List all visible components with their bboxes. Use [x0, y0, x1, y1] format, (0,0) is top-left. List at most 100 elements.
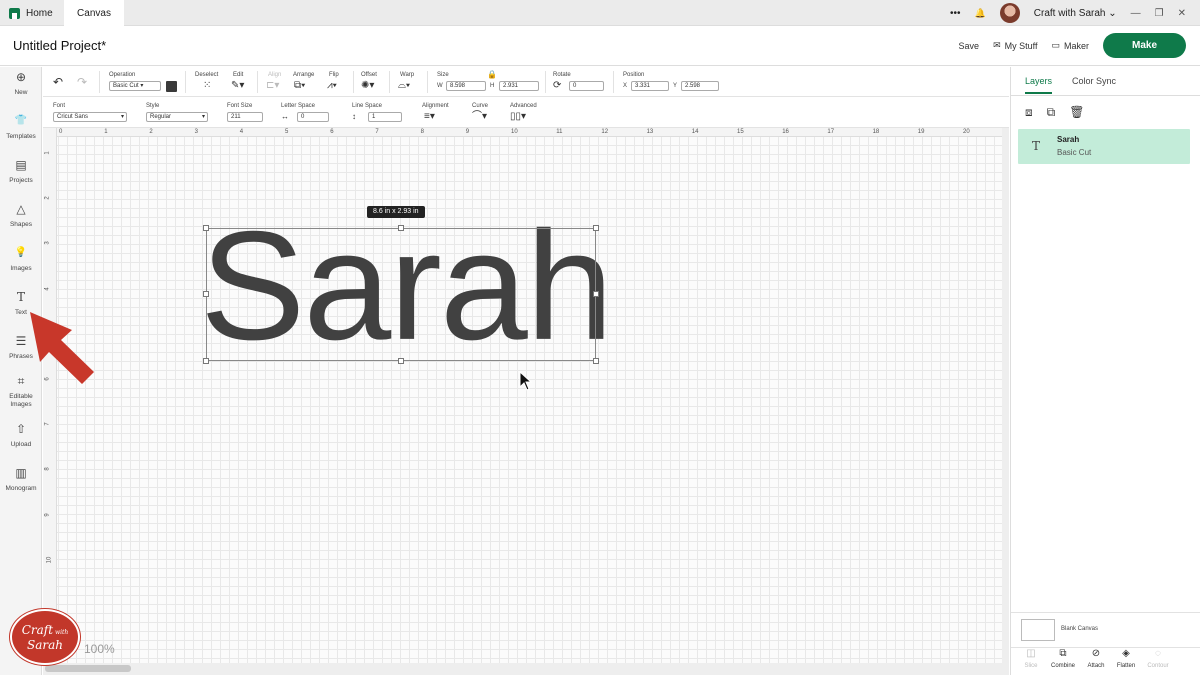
shapes-icon: △	[16, 202, 26, 216]
resize-handle[interactable]	[203, 358, 209, 364]
style-select[interactable]: Regular ▾	[146, 112, 208, 122]
resize-handle[interactable]	[593, 291, 599, 297]
undo-icon[interactable]: ↶	[53, 76, 63, 88]
tab-home[interactable]: Home	[0, 0, 64, 26]
project-title[interactable]: Untitled Project*	[13, 38, 106, 53]
restore-button[interactable]: ❐	[1155, 8, 1164, 19]
alignment-icon[interactable]: ≡▾	[424, 112, 435, 122]
blank-canvas-row[interactable]: Blank Canvas	[1011, 612, 1200, 652]
contour-label: Contour	[1147, 663, 1169, 669]
horizontal-scrollbar[interactable]	[43, 663, 1009, 675]
delete-icon[interactable]: 🗑	[1069, 105, 1084, 120]
maker-label: Maker	[1063, 40, 1089, 51]
height-input[interactable]: 2.931	[499, 81, 539, 91]
tool-upload[interactable]: ⇧ Upload	[0, 423, 42, 449]
width-input[interactable]: 8.598	[446, 81, 486, 91]
vertical-scrollbar[interactable]	[1002, 128, 1009, 663]
tab-canvas[interactable]: Canvas	[64, 0, 124, 26]
tool-shapes[interactable]: △ Shapes	[0, 202, 42, 229]
alignment-label: Alignment	[422, 103, 449, 109]
avatar[interactable]	[999, 3, 1020, 23]
ruler-tick-label: 7	[375, 129, 379, 135]
my-stuff-button[interactable]: ✉ My Stuff	[993, 40, 1037, 51]
ruler-tick-label: 1	[44, 151, 51, 155]
letter-space-input[interactable]: 0	[297, 112, 329, 122]
align-label: Align	[268, 72, 282, 78]
rotate-input[interactable]: 0	[569, 81, 604, 91]
edit-pencil-icon[interactable]: ✎▾	[231, 81, 244, 91]
plus-circle-icon: ⊕	[15, 70, 27, 84]
tab-home-label: Home	[26, 7, 53, 19]
ruler-tick-label: 15	[737, 129, 744, 135]
save-button[interactable]: Save	[959, 41, 980, 51]
resize-handle[interactable]	[398, 358, 404, 364]
tab-color-sync[interactable]: Color Sync	[1072, 76, 1116, 86]
font-size-input[interactable]: 211	[227, 112, 263, 122]
slice-button[interactable]: ◫ Slice	[1016, 649, 1046, 670]
offset-label: Offset	[361, 72, 377, 78]
resize-handle[interactable]	[203, 225, 209, 231]
tab-bar: Home Canvas ••• 🔔 Craft with Sarah ⌄ — ❐…	[0, 0, 1200, 26]
tool-monogram[interactable]: ▥ Monogram	[0, 467, 42, 493]
y-position-input[interactable]: 2.598	[681, 81, 719, 91]
attach-button[interactable]: ⊘ Attach	[1081, 649, 1111, 670]
zoom-level[interactable]: 100%	[84, 642, 115, 656]
user-account-button[interactable]: Craft with Sarah ⌄	[1034, 8, 1117, 19]
operation-select[interactable]: Basic Cut ▾	[109, 81, 161, 91]
warp-icon[interactable]: ⌓▾	[398, 81, 410, 91]
rotate-label: Rotate	[553, 72, 571, 78]
tool-images[interactable]: 💡 Images	[0, 247, 42, 273]
text-icon: T	[1032, 139, 1041, 153]
color-swatch[interactable]	[166, 81, 177, 92]
x-value: 3.331	[635, 83, 651, 89]
minimize-button[interactable]: —	[1131, 8, 1141, 19]
ruler-tick-label: 13	[646, 129, 654, 135]
combine-button[interactable]: ⧉ Combine	[1048, 649, 1078, 670]
tool-templates[interactable]: 👕 Templates	[0, 116, 42, 141]
tool-projects[interactable]: ▤ Projects	[0, 159, 42, 185]
resize-handle[interactable]	[398, 225, 404, 231]
font-size-value: 211	[231, 114, 241, 120]
close-button[interactable]: ✕	[1178, 8, 1186, 19]
contour-button[interactable]: ◌ Contour	[1143, 649, 1173, 670]
selection-box[interactable]	[203, 225, 599, 364]
more-options-icon[interactable]: •••	[950, 8, 961, 19]
resize-handle[interactable]	[203, 291, 209, 297]
y-value: 2.598	[685, 83, 701, 89]
pointer-arrow-icon	[30, 312, 94, 384]
align-icon[interactable]: ⊏▾	[266, 81, 279, 91]
divider	[257, 71, 258, 93]
line-space-label: Line Space	[352, 103, 383, 109]
notification-bell-icon[interactable]: 🔔	[975, 8, 986, 19]
group-icon[interactable]: ⧈	[1025, 105, 1033, 120]
font-select[interactable]: Cricut Sans ▾	[53, 112, 127, 122]
advanced-icon[interactable]: ▯▯▾	[510, 112, 526, 122]
flatten-button[interactable]: ◈ Flatten	[1111, 649, 1141, 670]
ruler-tick-label: 4	[44, 286, 51, 291]
layers-panel: Layers Color Sync ⧈ ⧉ 🗑 T Sarah Basic Cu…	[1010, 67, 1200, 675]
canvas-swatch[interactable]	[1021, 619, 1055, 641]
scrollbar-thumb[interactable]	[45, 665, 131, 672]
line-space-input[interactable]: 1	[368, 112, 402, 122]
redo-icon[interactable]: ↷	[77, 76, 87, 88]
lightbulb-icon: 💡	[14, 247, 28, 258]
maker-button[interactable]: ▭ Maker	[1051, 40, 1089, 51]
curve-icon[interactable]: ⌒▾	[472, 112, 487, 122]
x-position-input[interactable]: 3.331	[631, 81, 669, 91]
deselect-icon[interactable]: ⁙	[203, 81, 211, 91]
lock-icon[interactable]: 🔒	[487, 70, 497, 80]
ruler-tick-label: 1	[104, 129, 108, 135]
resize-handle[interactable]	[593, 358, 599, 364]
duplicate-icon[interactable]: ⧉	[1047, 105, 1056, 120]
tab-layers[interactable]: Layers	[1025, 76, 1053, 94]
layer-item[interactable]: T Sarah Basic Cut	[1018, 129, 1190, 164]
arrange-icon[interactable]: ⧉▾	[294, 81, 305, 91]
resize-handle[interactable]	[593, 225, 599, 231]
offset-icon[interactable]: ✺▾	[361, 81, 374, 91]
flip-icon[interactable]: ⩘▾	[327, 81, 337, 91]
tool-new[interactable]: ⊕ New	[0, 70, 42, 97]
ruler-left: 12345678910	[43, 128, 57, 663]
make-button[interactable]: Make	[1103, 33, 1186, 58]
panel-tabs: Layers Color Sync	[1011, 67, 1200, 96]
my-stuff-label: My Stuff	[1004, 40, 1038, 51]
